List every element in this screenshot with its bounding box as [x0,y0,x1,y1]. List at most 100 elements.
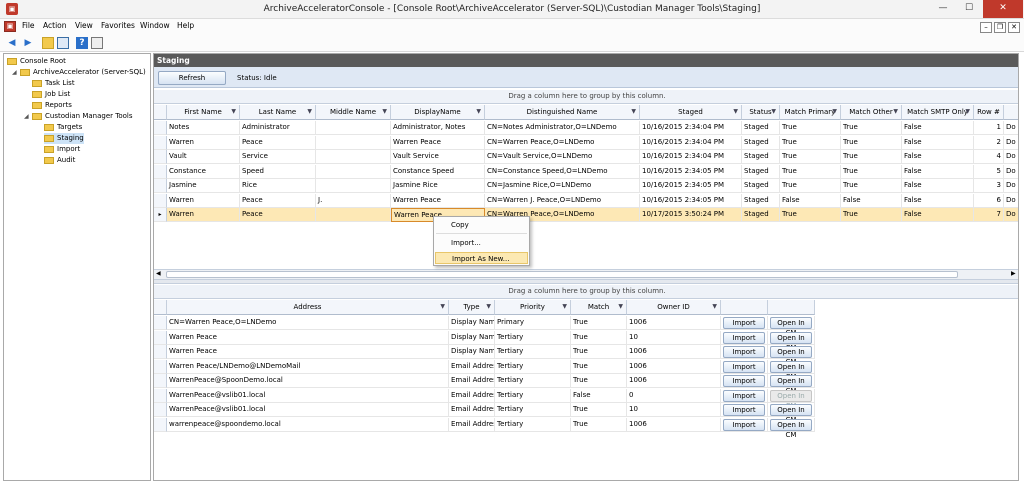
staging-cell[interactable]: Warren Peace [391,135,485,150]
context-menu-import[interactable]: Import... [435,237,528,249]
scroll-left-icon[interactable]: ◀ [156,270,161,277]
row-indicator[interactable] [154,388,167,403]
detail-cell[interactable]: True [571,316,627,330]
column-header-7[interactable]: Match Primary ▼ [780,105,841,120]
import-button[interactable]: Import [723,331,765,344]
open-in-cm-button[interactable]: Open In CM [770,331,812,352]
open-in-cm-button[interactable]: Open In CM [770,346,812,366]
detail-cell[interactable]: 10 [627,403,721,417]
detail-cell[interactable]: 1006 [627,345,721,359]
staging-cell[interactable]: Warren [167,208,240,222]
detail-cell[interactable]: WarrenPeace@vslib01.local [167,388,449,403]
filter-icon[interactable]: ▼ [486,300,491,314]
staging-cell[interactable]: True [780,179,841,193]
staging-cell[interactable]: 6 [974,193,1004,208]
column-header-0[interactable]: First Name ▼ [167,105,240,120]
import-button[interactable]: Import [723,375,765,387]
staging-cell[interactable]: 10/16/2015 2:34:04 PM [640,150,742,164]
filter-icon[interactable]: ▼ [965,105,970,119]
detail-column-header-2[interactable]: Priority ▼ [495,300,571,315]
detail-cell[interactable]: Tertiary [495,359,571,374]
detail-column-header-1[interactable]: Type ▼ [449,300,495,315]
staging-cell[interactable]: Service [240,150,316,164]
tree-item-reports[interactable]: Reports [32,100,72,111]
staging-cell[interactable]: 7 [974,208,1004,222]
staging-cell[interactable]: Notes [167,121,240,135]
import-button[interactable]: Import [723,418,765,431]
column-header-6[interactable]: Status ▼ [742,105,780,120]
detail-cell[interactable]: True [571,345,627,359]
mdi-minimize-icon[interactable]: – [980,22,992,33]
open-in-cm-button[interactable]: Open In CM [770,418,812,439]
detail-cell[interactable]: 10 [627,330,721,345]
staging-cell[interactable]: False [902,121,974,135]
staging-cell[interactable]: Do [1004,208,1018,222]
open-in-cm-button[interactable]: Open In CM [770,375,812,395]
open-in-cm-button[interactable]: Open In CM [770,317,812,337]
detail-cell[interactable]: Tertiary [495,388,571,403]
staging-cell[interactable]: False [902,179,974,193]
staging-cell[interactable]: 5 [974,164,1004,179]
staging-cell[interactable]: Do [1004,121,1018,135]
staging-cell[interactable]: Warren [167,193,240,208]
staging-cell[interactable]: Speed [240,164,316,179]
detail-cell[interactable]: WarrenPeace@SpoonDemo.local [167,374,449,388]
staging-cell[interactable]: 2 [974,135,1004,150]
filter-icon[interactable]: ▼ [712,300,717,314]
detail-cell[interactable]: WarrenPeace@vslib01.local [167,403,449,417]
menu-file[interactable]: File [22,21,35,30]
menu-action[interactable]: Action [43,21,67,30]
tree-item-audit[interactable]: Audit [44,155,75,166]
import-button[interactable]: Import [723,404,765,416]
staging-cell[interactable]: 3 [974,179,1004,193]
row-indicator[interactable] [154,330,167,345]
detail-cell[interactable]: warrenpeace@spoondemo.local [167,417,449,432]
staging-cell[interactable]: CN=Vault Service,O=LNDemo [485,150,640,164]
detail-cell[interactable]: True [571,330,627,345]
column-header-4[interactable]: Distinguished Name ▼ [485,105,640,120]
forward-arrow-icon[interactable]: ▶ [22,37,34,49]
staging-cell[interactable]: 1 [974,121,1004,135]
detail-cell[interactable]: True [571,403,627,417]
staging-cell[interactable]: Constance [167,164,240,179]
staging-cell[interactable]: Jasmine [167,179,240,193]
staging-cell[interactable]: Staged [742,193,780,208]
filter-icon[interactable]: ▼ [618,300,623,314]
detail-cell[interactable]: 1006 [627,316,721,330]
filter-icon[interactable]: ▼ [231,105,236,119]
staging-cell[interactable]: Vault [167,150,240,164]
detail-column-header-0[interactable]: Address ▼ [167,300,449,315]
expand-arrow-icon[interactable]: ◢ [24,111,32,122]
detail-cell[interactable]: Email Address [449,403,495,417]
row-indicator[interactable] [154,150,167,164]
staging-cell[interactable]: Vault Service [391,150,485,164]
scroll-thumb[interactable] [166,271,958,278]
detail-cell[interactable]: Email Address [449,374,495,388]
staging-cell[interactable]: Staged [742,150,780,164]
filter-icon[interactable]: ▼ [771,105,776,119]
detail-cell[interactable]: Tertiary [495,417,571,432]
row-indicator[interactable] [154,164,167,179]
staging-cell[interactable]: 4 [974,150,1004,164]
filter-icon[interactable]: ▼ [562,300,567,314]
column-header-2[interactable]: Middle Name ▼ [316,105,391,120]
context-menu-import-as-new[interactable]: Import As New... [435,252,528,264]
staging-cell[interactable]: True [841,121,902,135]
detail-cell[interactable]: Warren Peace [167,330,449,345]
column-header-8[interactable]: Match Other ▼ [841,105,902,120]
properties-icon[interactable] [91,37,103,49]
tree-item-staging[interactable]: Staging [44,133,84,144]
detail-cell[interactable]: True [571,417,627,432]
filter-icon[interactable]: ▼ [733,105,738,119]
staging-cell[interactable]: Staged [742,208,780,222]
column-header-10[interactable]: Row # [974,105,1004,120]
filter-icon[interactable]: ▼ [476,105,481,119]
row-indicator[interactable] [154,135,167,150]
row-indicator[interactable] [154,417,167,432]
open-in-cm-button[interactable]: Open In CM [770,360,812,381]
staging-cell[interactable]: CN=Jasmine Rice,O=LNDemo [485,179,640,193]
detail-cell[interactable]: Display Name [449,345,495,359]
tree-item-task-list[interactable]: Task List [32,78,75,89]
staging-cell[interactable] [316,208,391,222]
staging-cell[interactable]: 10/16/2015 2:34:05 PM [640,193,742,208]
